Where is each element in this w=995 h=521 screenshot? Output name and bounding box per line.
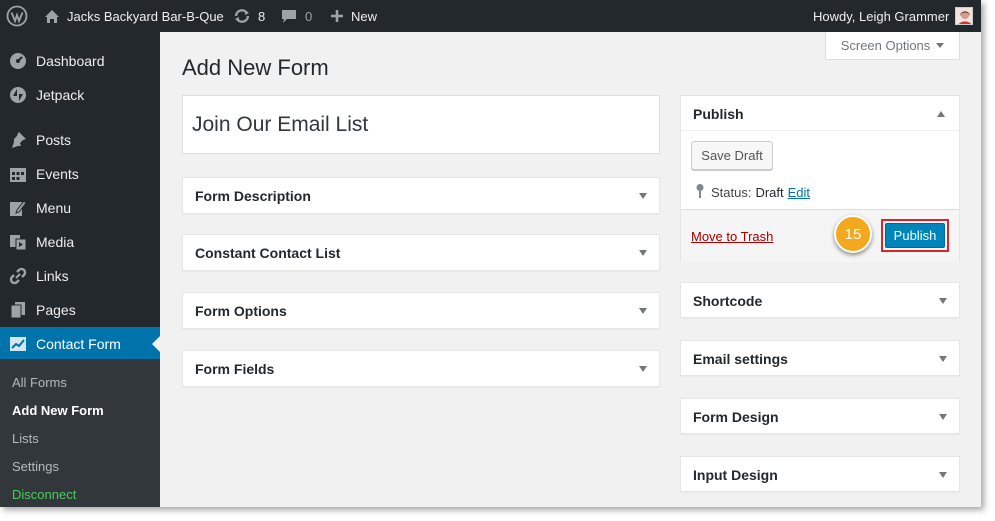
- sidebar-item-label: Jetpack: [36, 87, 85, 103]
- sidebar-item-dashboard[interactable]: Dashboard: [0, 44, 160, 78]
- home-icon: [44, 9, 60, 24]
- account-menu[interactable]: Howdy, Leigh Grammer: [813, 0, 974, 32]
- pin-icon: [695, 183, 705, 202]
- postbox-shortcode[interactable]: Shortcode: [680, 282, 960, 318]
- greeting-text: Howdy, Leigh Grammer: [813, 8, 950, 24]
- comment-icon: [281, 9, 297, 24]
- toggle-arrow-icon[interactable]: [939, 356, 947, 362]
- status-label: Status:: [711, 185, 752, 200]
- sidebar-item-label: Menu: [36, 200, 72, 216]
- wordpress-logo-icon[interactable]: [6, 0, 28, 32]
- site-home-link[interactable]: Jacks Backyard Bar-B-Que: [44, 0, 224, 32]
- calendar-icon: [0, 165, 36, 183]
- updates-icon: [232, 8, 252, 24]
- caret-down-icon: [936, 43, 945, 48]
- edit-icon: [0, 199, 36, 217]
- pin-icon: [0, 131, 36, 149]
- publish-box-header[interactable]: Publish: [681, 96, 959, 131]
- sidebar-item-posts[interactable]: Posts: [0, 123, 160, 157]
- toggle-arrow-icon[interactable]: [639, 250, 647, 256]
- updates-link[interactable]: 8: [232, 0, 265, 32]
- comments-count: 0: [305, 8, 313, 24]
- form-title-input[interactable]: Join Our Email List: [182, 95, 660, 154]
- postbox-form-options[interactable]: Form Options: [182, 292, 660, 329]
- contact-form-submenu: All Forms Add New Form Lists Settings Di…: [0, 359, 160, 507]
- new-content-link[interactable]: New: [330, 0, 377, 32]
- sidebar-item-label: Dashboard: [36, 53, 105, 69]
- sidebar-item-contact-form[interactable]: Contact Form: [0, 327, 160, 361]
- sidebar-item-label: Media: [36, 234, 75, 250]
- toggle-arrow-icon[interactable]: [639, 366, 647, 372]
- submenu-disconnect[interactable]: Disconnect: [12, 487, 76, 502]
- save-draft-button[interactable]: Save Draft: [691, 141, 773, 170]
- admin-sidebar: Dashboard Jetpack Posts Events Menu Medi…: [0, 32, 160, 507]
- sidebar-item-links[interactable]: Links: [0, 259, 160, 293]
- postbox-email-settings[interactable]: Email settings: [680, 340, 960, 376]
- comments-link[interactable]: 0: [281, 0, 312, 32]
- status-value: Draft: [755, 185, 784, 200]
- screen-options-button[interactable]: Screen Options: [825, 32, 960, 60]
- sidebar-item-media[interactable]: Media: [0, 225, 160, 259]
- step-number-badge: 15: [834, 215, 872, 253]
- toggle-arrow-icon[interactable]: [939, 472, 947, 478]
- site-name: Jacks Backyard Bar-B-Que: [67, 8, 224, 24]
- postbox-title: Form Fields: [195, 361, 275, 377]
- publish-button-highlight: Publish: [881, 219, 949, 252]
- publish-box-title: Publish: [693, 105, 744, 122]
- plus-icon: [330, 9, 344, 23]
- sidebar-item-events[interactable]: Events: [0, 157, 160, 191]
- status-row: Status: Draft Edit: [695, 183, 810, 202]
- submenu-all-forms[interactable]: All Forms: [12, 375, 67, 390]
- postbox-title: Shortcode: [693, 293, 763, 309]
- postbox-title: Form Description: [195, 188, 311, 204]
- postbox-title: Constant Contact List: [195, 245, 341, 261]
- edit-status-link[interactable]: Edit: [788, 185, 810, 200]
- sidebar-item-label: Contact Form: [36, 336, 121, 352]
- admin-bar: Jacks Backyard Bar-B-Que 8 0 New Howdy, …: [0, 0, 981, 32]
- sidebar-item-jetpack[interactable]: Jetpack: [0, 78, 160, 112]
- move-to-trash-link[interactable]: Move to Trash: [691, 229, 773, 244]
- sidebar-item-label: Pages: [36, 302, 76, 318]
- chart-icon: [0, 336, 36, 352]
- postbox-title: Form Options: [195, 303, 287, 319]
- publish-button[interactable]: Publish: [885, 223, 945, 248]
- toggle-arrow-icon[interactable]: [639, 308, 647, 314]
- postbox-title: Input Design: [693, 467, 778, 483]
- avatar: [955, 7, 974, 25]
- collapse-arrow-icon[interactable]: [937, 111, 945, 117]
- postbox-constant-contact-list[interactable]: Constant Contact List: [182, 234, 660, 271]
- toggle-arrow-icon[interactable]: [639, 193, 647, 199]
- page-title: Add New Form: [182, 55, 329, 80]
- screen-options-label: Screen Options: [840, 38, 931, 53]
- postbox-form-description[interactable]: Form Description: [182, 177, 660, 214]
- submenu-settings[interactable]: Settings: [12, 459, 59, 474]
- browser-frame: Jacks Backyard Bar-B-Que 8 0 New Howdy, …: [0, 0, 981, 507]
- updates-count: 8: [258, 8, 266, 24]
- sidebar-item-menu[interactable]: Menu: [0, 191, 160, 225]
- dashboard-icon: [0, 52, 36, 70]
- sidebar-item-pages[interactable]: Pages: [0, 293, 160, 327]
- major-publishing-actions: Move to Trash Publish: [681, 209, 959, 262]
- postbox-title: Email settings: [693, 351, 788, 367]
- media-icon: [0, 233, 36, 251]
- pages-icon: [0, 301, 36, 319]
- postbox-form-design[interactable]: Form Design: [680, 398, 960, 434]
- sidebar-item-label: Links: [36, 268, 69, 284]
- sidebar-item-label: Events: [36, 166, 79, 182]
- toggle-arrow-icon[interactable]: [939, 298, 947, 304]
- submenu-lists[interactable]: Lists: [12, 431, 39, 446]
- publish-box: Publish Save Draft Status: Draft Edit Mo…: [680, 95, 960, 262]
- sidebar-item-label: Posts: [36, 132, 72, 148]
- link-icon: [0, 267, 36, 285]
- new-label: New: [351, 8, 378, 24]
- toggle-arrow-icon[interactable]: [939, 414, 947, 420]
- submenu-add-new-form[interactable]: Add New Form: [12, 403, 104, 418]
- postbox-input-design[interactable]: Input Design: [680, 456, 960, 492]
- postbox-title: Form Design: [693, 409, 779, 425]
- postbox-form-fields[interactable]: Form Fields: [182, 350, 660, 387]
- jetpack-icon: [0, 86, 36, 104]
